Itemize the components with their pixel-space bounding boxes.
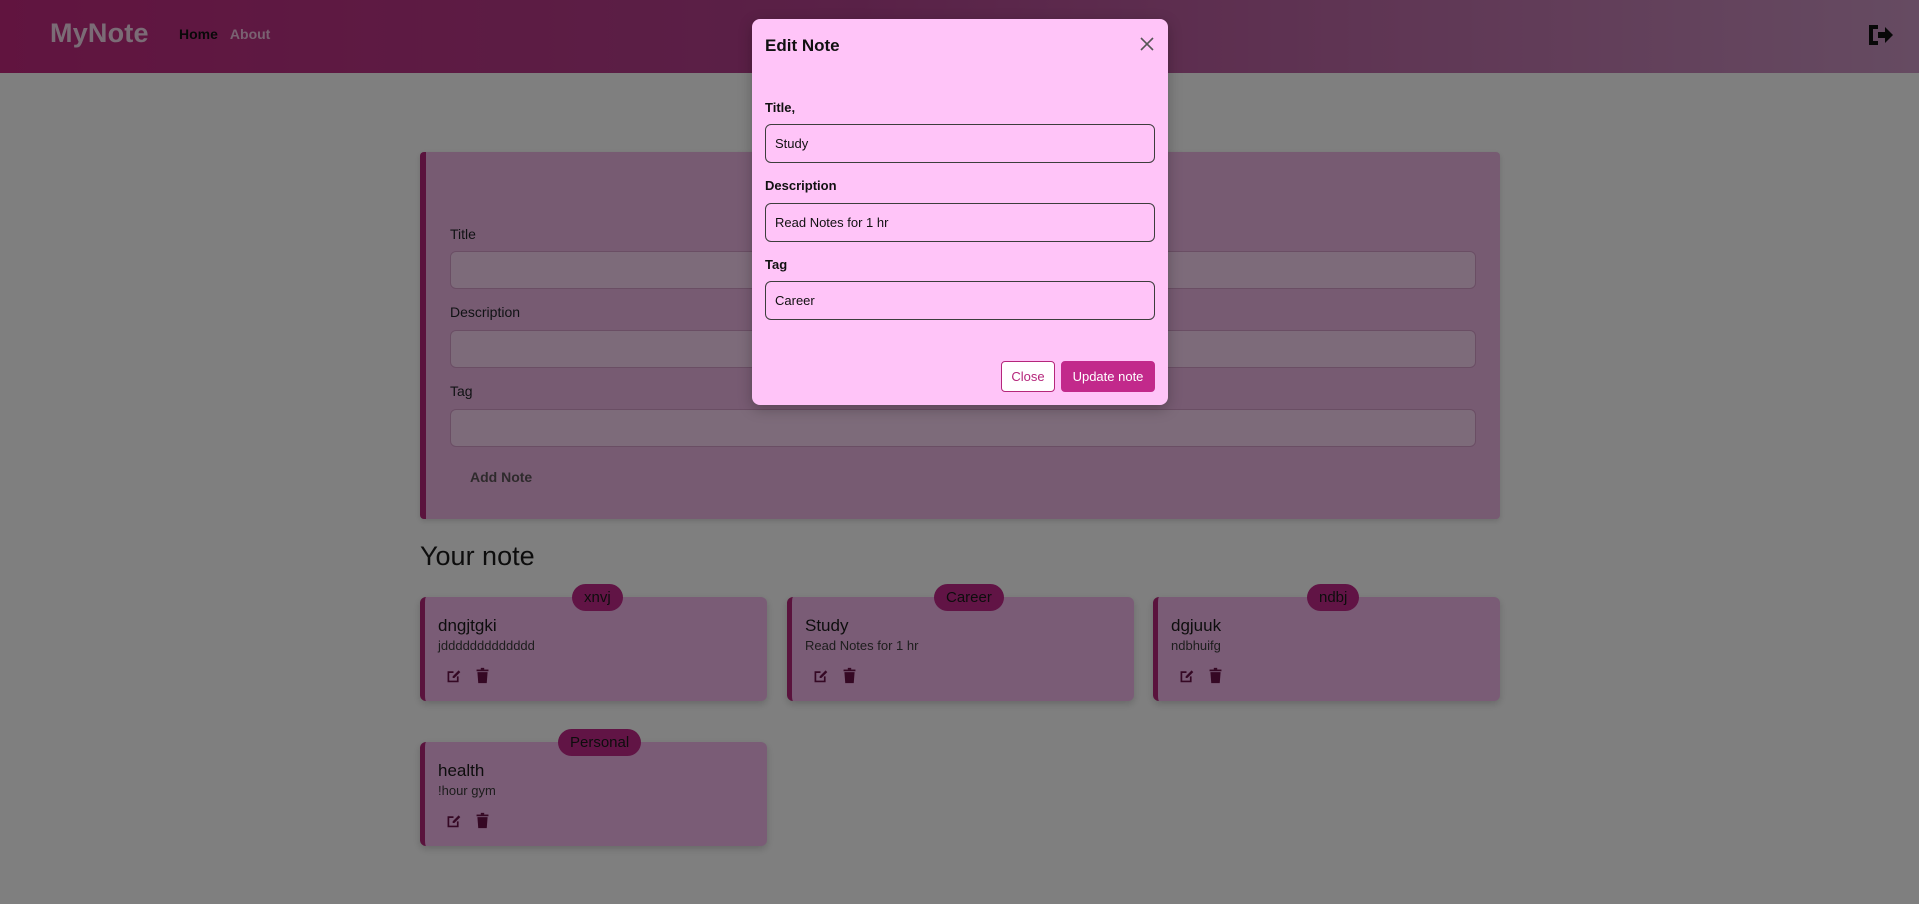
update-note-button[interactable]: Update note — [1061, 361, 1155, 392]
modal-description-label: Description — [765, 178, 837, 193]
modal-title: Edit Note — [765, 36, 840, 55]
modal-title-label: Title, — [765, 100, 796, 115]
close-icon[interactable] — [1138, 35, 1156, 53]
modal-tag-input[interactable] — [765, 281, 1155, 320]
modal-description-input[interactable] — [765, 203, 1155, 242]
close-button[interactable]: Close — [1001, 361, 1055, 392]
edit-note-modal: Edit Note Title, Description Tag Close U… — [752, 19, 1168, 405]
modal-title-input[interactable] — [765, 124, 1155, 163]
modal-tag-label: Tag — [765, 257, 788, 272]
